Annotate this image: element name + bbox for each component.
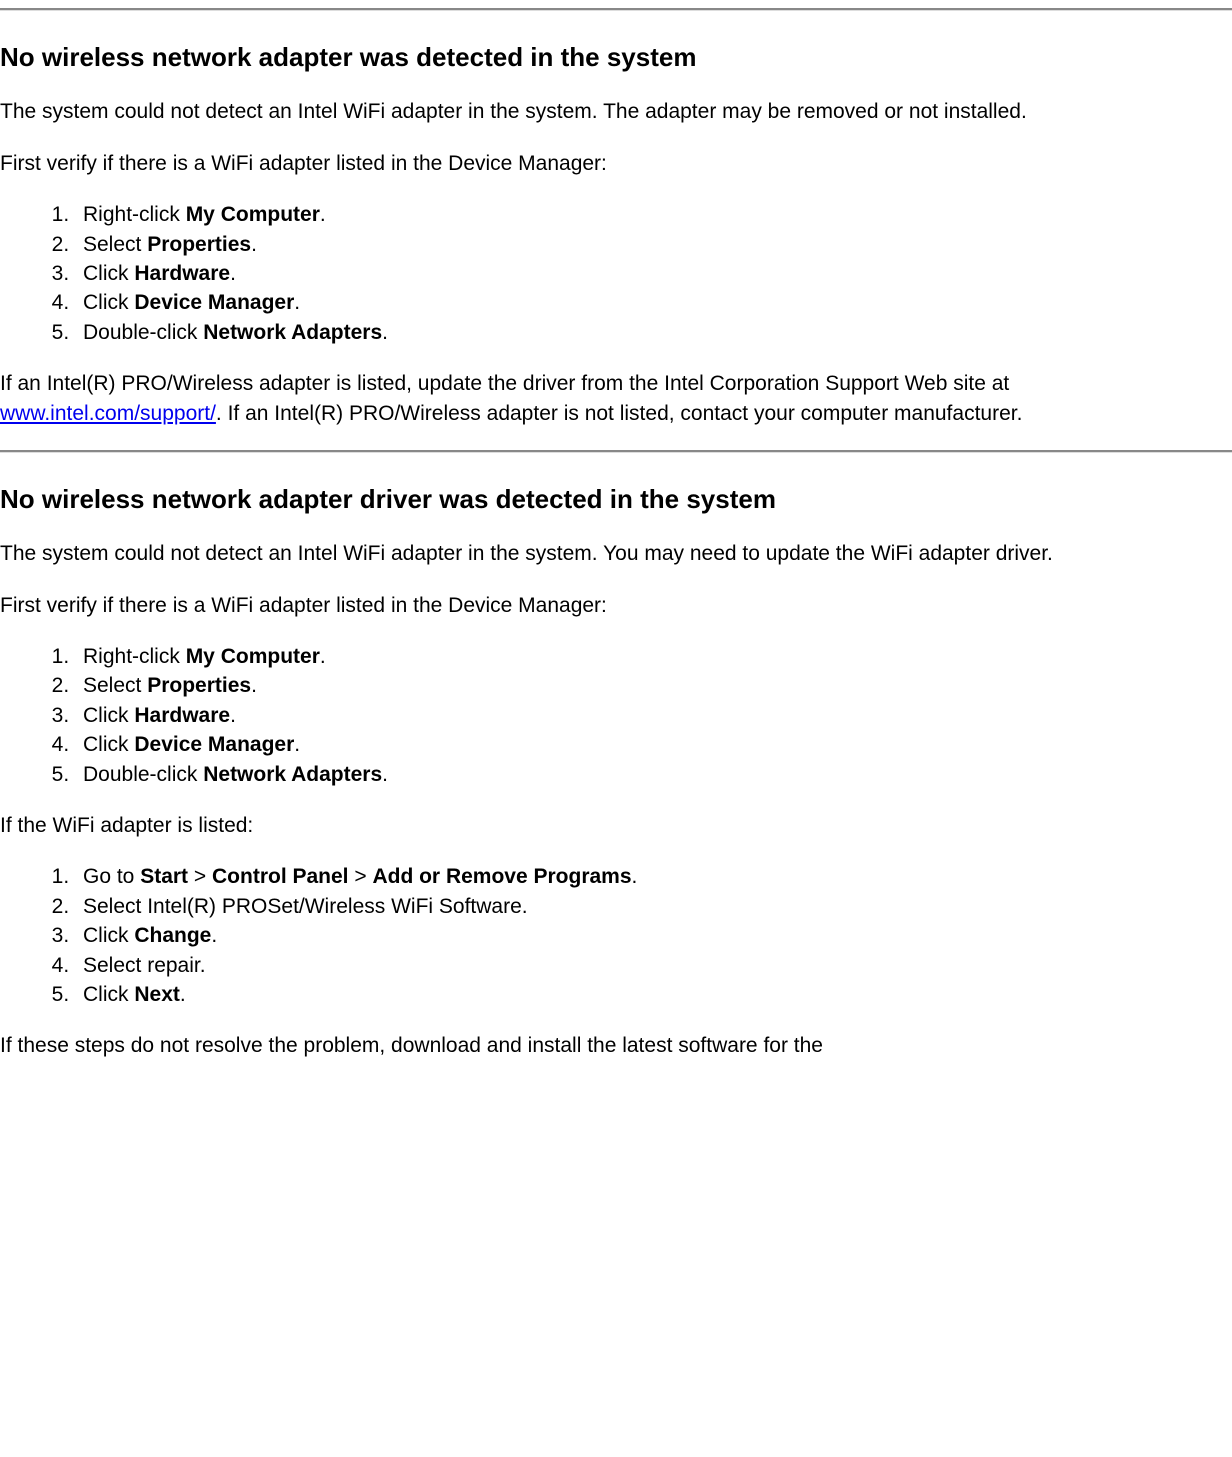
- section-1-para-2: First verify if there is a WiFi adapter …: [0, 149, 1232, 178]
- section-2-para-4: If these steps do not resolve the proble…: [0, 1031, 1232, 1060]
- section-1-heading: No wireless network adapter was detected…: [0, 39, 1232, 75]
- intel-support-link[interactable]: www.intel.com/support/: [0, 402, 216, 425]
- list-item: Click Device Manager.: [75, 288, 1232, 317]
- section-2-steps-b: Go to Start > Control Panel > Add or Rem…: [0, 862, 1232, 1009]
- list-item: Select Intel(R) PROSet/Wireless WiFi Sof…: [75, 892, 1232, 921]
- list-item: Click Hardware.: [75, 259, 1232, 288]
- list-item: Select repair.: [75, 951, 1232, 980]
- section-2-steps-a: Right-click My Computer. Select Properti…: [0, 642, 1232, 789]
- list-item: Click Change.: [75, 921, 1232, 950]
- list-item: Double-click Network Adapters.: [75, 318, 1232, 347]
- list-item: Select Properties.: [75, 671, 1232, 700]
- section-2-para-3: If the WiFi adapter is listed:: [0, 811, 1232, 840]
- list-item: Right-click My Computer.: [75, 642, 1232, 671]
- list-item: Go to Start > Control Panel > Add or Rem…: [75, 862, 1232, 891]
- list-item: Double-click Network Adapters.: [75, 760, 1232, 789]
- section-2-heading: No wireless network adapter driver was d…: [0, 481, 1232, 517]
- list-item: Click Hardware.: [75, 701, 1232, 730]
- list-item: Click Next.: [75, 980, 1232, 1009]
- section-1-steps: Right-click My Computer. Select Properti…: [0, 200, 1232, 347]
- list-item: Click Device Manager.: [75, 730, 1232, 759]
- divider: [0, 8, 1232, 11]
- section-1-para-3: If an Intel(R) PRO/Wireless adapter is l…: [0, 369, 1232, 428]
- section-2-para-2: First verify if there is a WiFi adapter …: [0, 591, 1232, 620]
- section-1-para-1: The system could not detect an Intel WiF…: [0, 97, 1232, 126]
- section-2-para-1: The system could not detect an Intel WiF…: [0, 539, 1232, 568]
- list-item: Select Properties.: [75, 230, 1232, 259]
- divider: [0, 450, 1232, 453]
- list-item: Right-click My Computer.: [75, 200, 1232, 229]
